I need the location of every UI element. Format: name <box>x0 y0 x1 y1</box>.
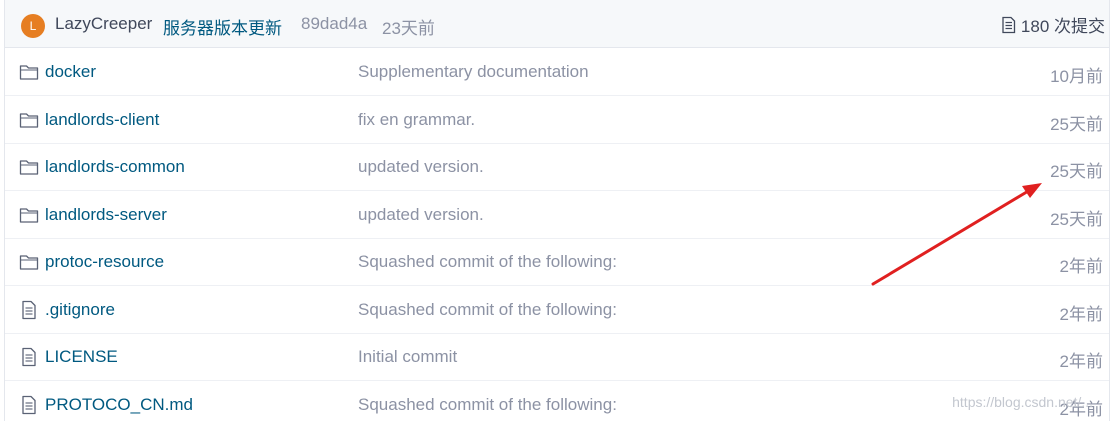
file-commit-message[interactable]: fix en grammar. <box>358 110 475 130</box>
commit-message[interactable]: 服务器版本更新 <box>163 14 282 39</box>
folder-icon <box>19 157 39 177</box>
file-row[interactable]: PROTOCO_CN.md Squashed commit of the foll… <box>5 381 1109 421</box>
file-row[interactable]: .gitignore Squashed commit of the followi… <box>5 286 1109 334</box>
file-row[interactable]: landlords-server updated version. 25天前 <box>5 191 1109 239</box>
file-icon <box>19 395 39 415</box>
file-commit-time: 25天前 <box>1050 114 1103 134</box>
avatar[interactable]: L <box>21 14 45 38</box>
file-commit-time: 10月前 <box>1050 67 1103 86</box>
file-commit-message[interactable]: Squashed commit of the following: <box>358 300 617 320</box>
file-commit-time: 2年前 <box>1059 304 1103 324</box>
file-row[interactable]: protoc-resource Squashed commit of the fo… <box>5 238 1109 286</box>
folder-icon <box>19 205 39 225</box>
file-commit-time: 2年前 <box>1059 352 1103 371</box>
file-commit-message[interactable]: updated version. <box>358 157 484 177</box>
file-name-link[interactable]: landlords-common <box>45 157 185 177</box>
file-row[interactable]: LICENSE Initial commit 2年前 <box>5 333 1109 381</box>
file-commit-message[interactable]: Supplementary documentation <box>358 62 589 82</box>
file-icon <box>19 347 39 367</box>
latest-commit-bar: L LazyCreeper 服务器版本更新 89dad4a 23天前 180 次… <box>5 0 1109 48</box>
file-commit-time: 25天前 <box>1050 162 1103 181</box>
file-row[interactable]: landlords-client fix en grammar. 25天前 <box>5 96 1109 144</box>
commit-count-label: 180 次提交 <box>1020 17 1105 36</box>
commit-history-icon <box>1002 16 1016 33</box>
file-commit-message[interactable]: Squashed commit of the following: <box>358 395 617 415</box>
file-commit-time: 2年前 <box>1059 257 1103 276</box>
file-name-link[interactable]: landlords-server <box>45 205 167 225</box>
commit-count-link[interactable]: 180 次提交 <box>1001 12 1105 37</box>
file-commit-message[interactable]: Squashed commit of the following: <box>358 252 617 272</box>
file-name-link[interactable]: LICENSE <box>45 347 118 367</box>
file-icon <box>19 300 39 320</box>
folder-icon <box>19 62 39 82</box>
file-commit-time: 25天前 <box>1050 209 1103 229</box>
file-name-link[interactable]: docker <box>45 62 96 82</box>
folder-icon <box>19 110 39 130</box>
file-row[interactable]: docker Supplementary documentation 10月前 <box>5 48 1109 96</box>
file-name-link[interactable]: .gitignore <box>45 300 115 320</box>
commit-author[interactable]: LazyCreeper <box>55 14 152 34</box>
file-name-link[interactable]: protoc-resource <box>45 252 164 272</box>
file-browser: L LazyCreeper 服务器版本更新 89dad4a 23天前 180 次… <box>4 0 1110 421</box>
file-name-link[interactable]: PROTOCO_CN.md <box>45 395 193 415</box>
file-commit-message[interactable]: updated version. <box>358 205 484 225</box>
file-row[interactable]: landlords-common updated version. 25天前 <box>5 143 1109 191</box>
watermark: https://blog.csdn.net/... <box>952 394 1093 410</box>
folder-icon <box>19 252 39 272</box>
file-name-link[interactable]: landlords-client <box>45 110 159 130</box>
commit-time: 23天前 <box>382 19 435 38</box>
file-commit-message[interactable]: Initial commit <box>358 347 457 367</box>
commit-hash[interactable]: 89dad4a <box>301 14 367 34</box>
